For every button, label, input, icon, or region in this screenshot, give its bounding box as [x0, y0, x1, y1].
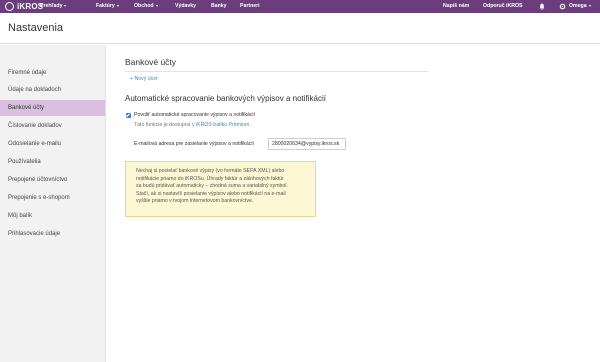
sidebar-item-moj-balik[interactable]: Môj balík	[0, 208, 105, 224]
nav-vydavky[interactable]: Výdavky	[175, 0, 196, 13]
bell-icon[interactable]	[539, 3, 545, 10]
chevron-down-icon	[116, 4, 119, 7]
main-content: Bankové účty + Nový účet Automatické spr…	[106, 45, 600, 362]
page-header: Nastavenia	[0, 13, 600, 44]
info-line: vyššie priamo v tvojom internetovom bank…	[136, 198, 254, 204]
section-divider	[125, 71, 428, 72]
contact-link[interactable]: Napíš nám	[443, 0, 469, 13]
info-line: sa budú pridávať automaticky – zhodná su…	[136, 183, 288, 189]
checkbox-label[interactable]: Povoliť automatické spracovanie výpisov …	[134, 112, 255, 118]
sidebar-item-bankove-ucty[interactable]: Bankové účty	[0, 100, 105, 116]
premium-link[interactable]: iKROS balíku Prémium	[196, 122, 249, 128]
note-suffix: .	[249, 122, 251, 128]
top-navigation-bar: iKROS Prehľady Faktúry Obchod Výdavky Ba…	[0, 0, 600, 13]
logo[interactable]: iKROS	[5, 1, 43, 12]
premium-note: Táto funkcia je dostupná v iKROS balíku …	[134, 122, 251, 128]
sidebar-item-udaje-na-dokladoch[interactable]: Údaje na dokladoch	[0, 82, 105, 98]
sidebar-item-prepojene-uctovnictvo[interactable]: Prepojené účtovníctvo	[0, 172, 105, 188]
new-account-link[interactable]: + Nový účet	[130, 76, 158, 82]
nav-prehlady[interactable]: Prehľady	[40, 0, 67, 13]
sidebar-item-prihlasovacie-udaje[interactable]: Prihlasovacie údaje	[0, 226, 105, 242]
info-box: Nechaj si posielať bankové výpisy (vo fo…	[125, 161, 316, 217]
chevron-down-icon	[155, 4, 158, 7]
auto-processing-checkbox[interactable]	[126, 113, 131, 118]
page-title: Nastavenia	[8, 22, 64, 34]
nav-obchod[interactable]: Obchod	[134, 0, 158, 13]
email-label: E-mailová adresa pre zasielanie výpisov …	[134, 141, 254, 147]
recommend-link[interactable]: Odporuč iKROS	[483, 0, 522, 13]
sidebar-item-cislovanie-dokladov[interactable]: Číslovanie dokladov	[0, 118, 105, 134]
sidebar-item-odosielanie-emailu[interactable]: Odosielanie e-mailu	[0, 136, 105, 152]
info-line: notifikácie priamo do iKROSu. Úhrady fak…	[136, 175, 284, 182]
nav-faktury[interactable]: Faktúry	[96, 0, 119, 13]
sidebar-item-pouzivatelia[interactable]: Používatelia	[0, 154, 105, 170]
chevron-down-icon	[64, 4, 67, 7]
sidebar-item-firemne-udaje[interactable]: Firemné údaje	[0, 65, 105, 81]
settings-sidebar: Firemné údaje Údaje na dokladoch Bankové…	[0, 45, 106, 362]
nav-partneri[interactable]: Partneri	[240, 0, 260, 13]
gear-icon[interactable]	[559, 3, 566, 10]
info-line: Stačí, ak si nastavíš posielanie výpisov…	[136, 190, 286, 197]
info-line: Nechaj si posielať bankové výpisy (vo fo…	[136, 168, 285, 174]
user-menu[interactable]: Omega	[569, 0, 591, 13]
email-field[interactable]: 2800020634@vypisy.ikros.sk	[268, 138, 346, 150]
chevron-down-icon	[588, 4, 591, 7]
logo-icon	[5, 2, 14, 11]
auto-processing-title: Automatické spracovanie bankových výpiso…	[125, 94, 326, 103]
sidebar-item-prepojenie-eshop[interactable]: Prepojenie s e-shopom	[0, 190, 105, 206]
note-prefix: Táto funkcia je dostupná v	[134, 122, 195, 128]
nav-banky[interactable]: Banky	[211, 0, 227, 13]
section-title: Bankové účty	[125, 57, 177, 67]
